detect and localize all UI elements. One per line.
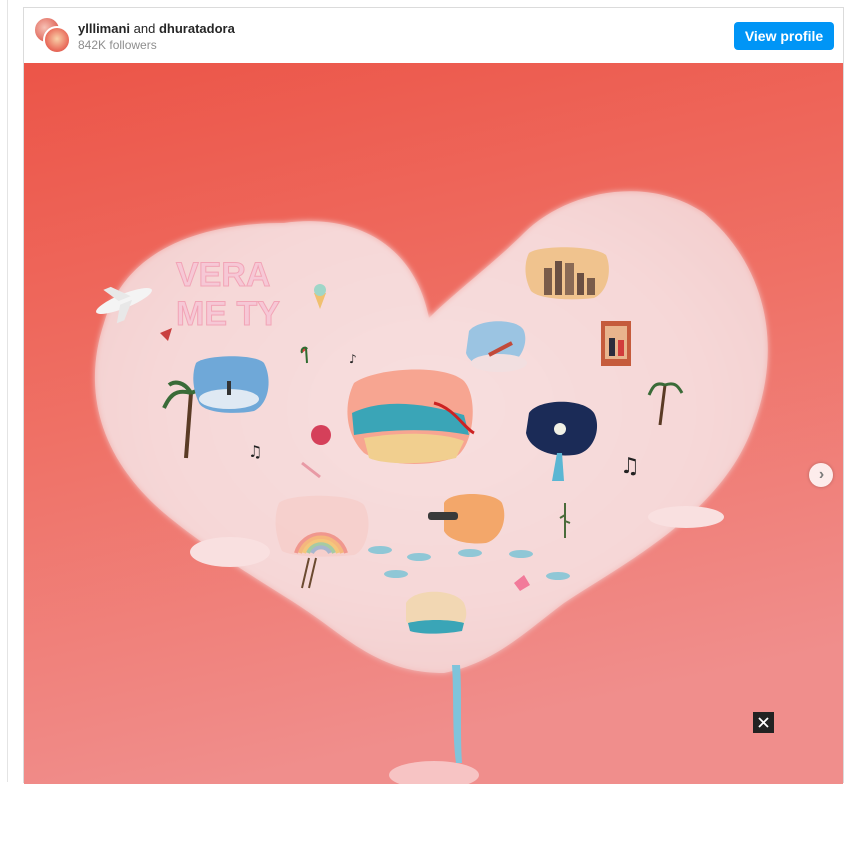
page-divider (7, 0, 8, 782)
artwork-title: VERA (176, 256, 270, 294)
post-image[interactable]: VERA ME TY ♫ ♪ ♫ › (24, 63, 843, 784)
small-cloud (509, 550, 533, 558)
username-link[interactable]: dhuratadora (159, 21, 235, 36)
small-cloud (407, 553, 431, 561)
music-note-icon: ♪ (349, 352, 357, 366)
embed-header: ylllimani and dhuratadora 842K followers… (24, 8, 843, 63)
view-profile-button[interactable]: View profile (734, 22, 834, 50)
chevron-right-icon: › (818, 466, 825, 483)
lollipop-illustration (311, 425, 331, 445)
next-slide-button[interactable]: › (809, 463, 833, 487)
instagram-embed: ylllimani and dhuratadora 842K followers… (23, 7, 844, 784)
floating-person-illustration (466, 321, 527, 372)
avatar[interactable] (43, 26, 71, 54)
music-note-icon: ♫ (248, 442, 262, 461)
close-button[interactable] (753, 712, 774, 733)
close-icon (758, 717, 769, 728)
small-cloud (190, 537, 270, 567)
small-cloud (384, 570, 408, 578)
album-artwork: VERA ME TY ♫ ♪ ♫ (24, 63, 843, 784)
small-cloud (648, 506, 724, 528)
username-link[interactable]: ylllimani (78, 21, 130, 36)
small-cloud (546, 572, 570, 580)
account-names: ylllimani and dhuratadora (78, 21, 235, 37)
music-note-icon: ♫ (620, 454, 640, 479)
connector-text: and (133, 21, 156, 36)
follower-count: 842K followers (78, 38, 157, 52)
ice-cream-scoop (314, 284, 326, 296)
beach-scene-illustration (347, 369, 475, 465)
small-cloud (368, 546, 392, 554)
small-cloud (458, 549, 482, 557)
avatar-stack[interactable] (33, 16, 71, 54)
city-skyline-illustration (525, 247, 609, 300)
window-illustration (601, 321, 631, 366)
sky-photo-illustration (193, 356, 269, 413)
artwork-title: ME TY (176, 295, 280, 333)
sky-window (275, 495, 369, 557)
shore-illustration (406, 591, 467, 634)
